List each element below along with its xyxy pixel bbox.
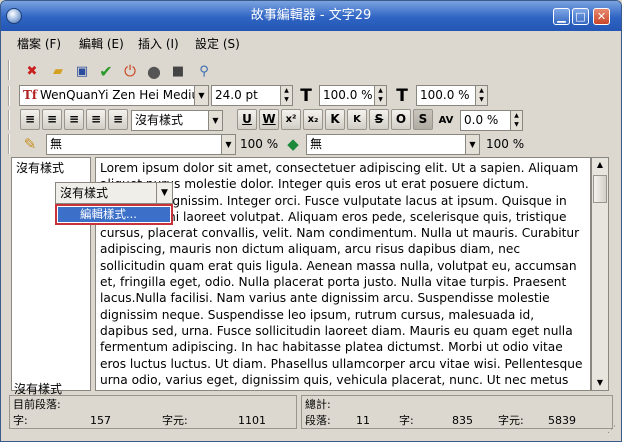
stroke-color-select[interactable]: 無 ▼: [46, 134, 236, 155]
font-size-input[interactable]: 24.0 pt ▲ ▼: [211, 85, 293, 106]
text-width-icon: T: [300, 86, 312, 106]
style-list-item[interactable]: 沒有樣式: [16, 159, 64, 176]
align-center-icon[interactable]: ≡: [42, 109, 62, 130]
minimize-button[interactable]: ▁: [553, 8, 570, 25]
font-toolbar: Tf WenQuanYi Zen Hei Mediu ▼ 24.0 pt ▲ ▼ …: [1, 84, 621, 110]
title-bar: 故事編輯器 - 文字29 ▁ □ ✕: [1, 1, 621, 31]
close-button[interactable]: ✕: [593, 8, 610, 25]
clear-document-icon[interactable]: ✖: [21, 60, 43, 82]
app-icon[interactable]: [6, 8, 22, 24]
subscript-icon[interactable]: x₂: [303, 109, 323, 130]
align-right-icon[interactable]: ≡: [64, 109, 84, 130]
total-status: 總計: 段落: 11 字: 835 字元: 5839: [301, 395, 613, 429]
menu-file[interactable]: 檔案 (F): [17, 35, 61, 52]
chevron-down-icon[interactable]: ▼: [221, 135, 235, 154]
align-left-icon[interactable]: ≡: [20, 109, 40, 130]
file-toolbar: ✖ ▰ ▣ ✔ ⏻ ● ■ ⚲: [1, 57, 621, 85]
stroke-pen-icon: ✎: [23, 135, 37, 153]
outline-icon[interactable]: O: [391, 109, 411, 130]
align-forced-icon[interactable]: ≡: [108, 109, 128, 130]
story-editor-window: 故事編輯器 - 文字29 ▁ □ ✕ 檔案 (F) 編輯 (E) 插入 (I) …: [0, 0, 622, 442]
current-char-count: 1101: [238, 414, 266, 427]
tracking-icon: AV: [438, 114, 454, 126]
underline-icon[interactable]: U: [237, 109, 257, 130]
tracking-input[interactable]: 0.0 % ▲ ▼: [460, 110, 523, 131]
small-caps-icon[interactable]: K: [347, 109, 367, 130]
color-toolbar: ✎ 無 ▼ 100 % ◆ 無 ▼ 100 %: [1, 133, 621, 157]
chevron-down-icon[interactable]: ▼: [156, 183, 172, 203]
chevron-down-icon[interactable]: ▼: [465, 135, 479, 154]
menu-bar: 檔案 (F) 編輯 (E) 插入 (I) 設定 (S): [1, 31, 621, 55]
reload-icon[interactable]: ●: [143, 60, 165, 82]
total-paragraph-count: 11: [356, 414, 370, 427]
search-icon[interactable]: ⚲: [193, 60, 215, 82]
font-family-select[interactable]: Tf WenQuanYi Zen Hei Mediu ▼: [19, 85, 209, 106]
chevron-down-icon[interactable]: ▼: [208, 111, 222, 130]
underline-words-icon[interactable]: W: [259, 109, 279, 130]
window-title: 故事編輯器 - 文字29: [250, 8, 372, 23]
open-folder-icon[interactable]: ▰: [47, 60, 69, 82]
stroke-shade-value[interactable]: 100 %: [240, 137, 278, 151]
all-caps-icon[interactable]: K: [325, 109, 345, 130]
scale-h-stepper[interactable]: ▲ ▼: [475, 86, 487, 105]
maximize-button[interactable]: □: [572, 8, 589, 25]
horizontal-scale-input[interactable]: 100.0 % ▲ ▼: [319, 85, 387, 106]
total-word-count: 835: [452, 414, 473, 427]
current-word-count: 157: [90, 414, 111, 427]
edit-styles-menu-item[interactable]: 編輯樣式...: [55, 204, 173, 225]
menu-insert[interactable]: 插入 (I): [138, 35, 179, 52]
tracking-stepper[interactable]: ▲ ▼: [510, 111, 522, 130]
fill-color-select[interactable]: 無 ▼: [306, 134, 480, 155]
strikethrough-icon[interactable]: S: [369, 109, 389, 130]
vertical-scale-input[interactable]: 100.0 % ▲ ▼: [416, 85, 488, 106]
scroll-up-icon[interactable]: ▲: [593, 158, 607, 172]
current-paragraph-status: 目前段落: 字: 157 字元: 1101: [9, 395, 297, 429]
text-height-icon: T: [396, 86, 408, 106]
resize-grip-icon[interactable]: ⋰: [607, 425, 619, 437]
editor-scrollbar[interactable]: ▲ ▼: [591, 157, 609, 391]
save-icon[interactable]: ▣: [71, 60, 93, 82]
total-char-count: 5839: [548, 414, 576, 427]
style-toolbar: ≡ ≡ ≡ ≡ ≡ 沒有樣式 ▼ U W x² x₂ K K S O S AV …: [1, 109, 621, 133]
exit-icon[interactable]: ⏻: [119, 60, 141, 82]
font-preview-icon[interactable]: ■: [167, 60, 189, 82]
align-justify-icon[interactable]: ≡: [86, 109, 106, 130]
paragraph-style-select[interactable]: 沒有樣式 ▼: [131, 110, 223, 131]
scroll-thumb[interactable]: [593, 175, 607, 203]
shadow-icon[interactable]: S: [413, 109, 433, 130]
menu-edit[interactable]: 編輯 (E): [79, 35, 124, 52]
fill-shade-value[interactable]: 100 %: [486, 137, 524, 151]
menu-settings[interactable]: 設定 (S): [195, 35, 240, 52]
chevron-down-icon[interactable]: ▼: [194, 86, 208, 105]
update-checkmark-icon[interactable]: ✔: [95, 60, 117, 82]
scale-w-stepper[interactable]: ▲ ▼: [374, 86, 386, 105]
scroll-down-icon[interactable]: ▼: [593, 376, 607, 390]
style-popup-select[interactable]: 沒有樣式 ▼: [55, 182, 173, 204]
size-stepper[interactable]: ▲ ▼: [280, 86, 292, 105]
truetype-font-icon: Tf: [23, 88, 38, 102]
superscript-icon[interactable]: x²: [281, 109, 301, 130]
fill-bucket-icon: ◆: [287, 135, 299, 153]
